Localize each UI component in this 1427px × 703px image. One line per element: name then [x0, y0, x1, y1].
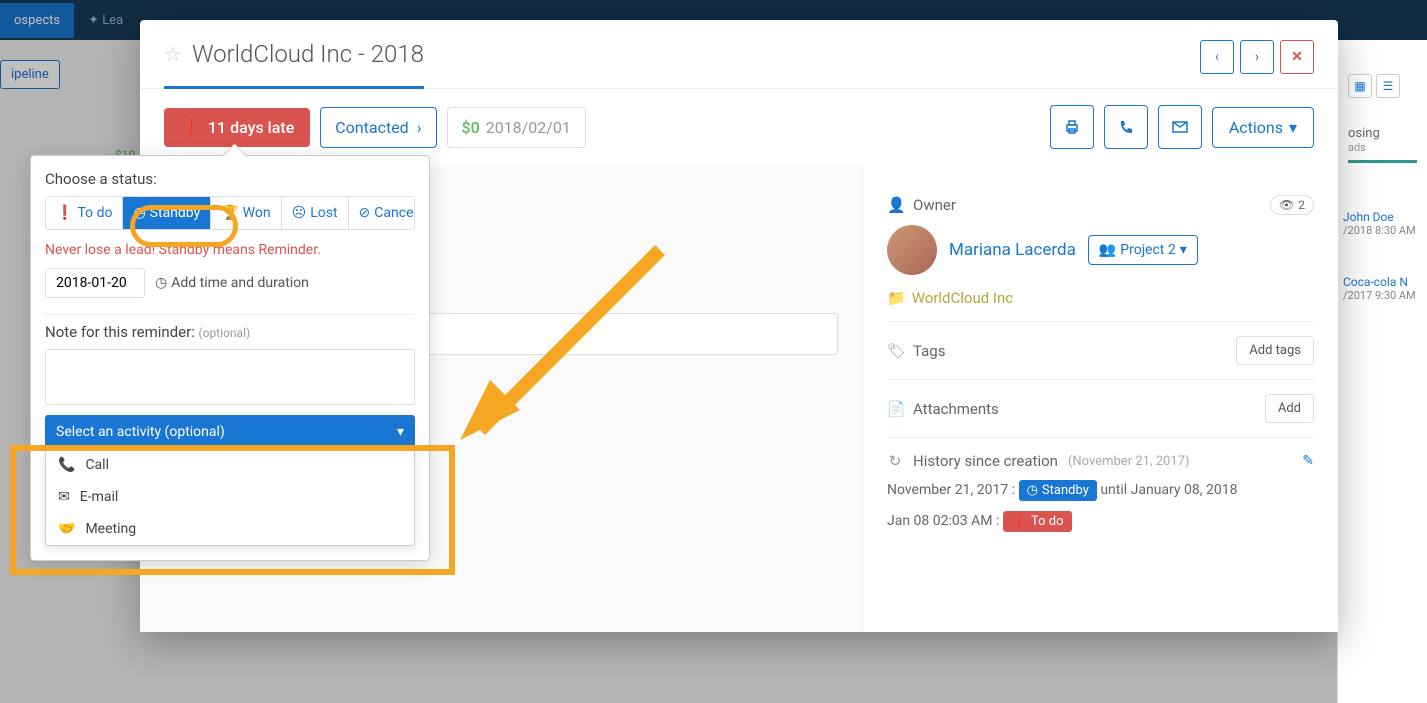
tags-label: 🏷 Tags [887, 342, 945, 360]
phone-icon: 📞 [58, 457, 75, 473]
divider [45, 314, 415, 315]
closing-sub: ads [1348, 141, 1417, 154]
standby-badge: ◷ Standby [1019, 480, 1097, 501]
print-button[interactable] [1050, 105, 1094, 149]
chevron-right-icon: › [417, 118, 422, 137]
history-label: ↻ History since creation (November 21, 2… [887, 452, 1189, 470]
action-row: ❗ 11 days late Contacted › $0 2018/02/01… [140, 89, 1338, 165]
todo-badge: ❗ To do [1003, 511, 1072, 532]
folder-icon: 📁 [887, 289, 906, 307]
activity-option-call[interactable]: 📞 Call [46, 449, 414, 481]
caret-down-icon: ▾ [1180, 242, 1187, 258]
file-icon: 📄 [887, 400, 903, 418]
status-popover: Choose a status: ❗To do ◷ Standby 🏆Won ☹… [30, 155, 430, 561]
prev-button[interactable]: ‹ [1200, 40, 1234, 74]
status-todo[interactable]: ❗To do [46, 197, 123, 229]
owner-label: 👤 Owner [887, 196, 956, 214]
handshake-icon: 🤝 [58, 521, 75, 537]
views-badge: 👁 2 [1270, 195, 1314, 215]
activity-option-email[interactable]: ✉ E-mail [46, 481, 414, 513]
users-icon: 👥 [1099, 242, 1116, 258]
close-button[interactable]: ✕ [1280, 40, 1314, 74]
bg-side-entry: Coca-cola N /2017 9:30 AM [1343, 275, 1423, 302]
history-icon: ↻ [887, 452, 903, 470]
attachments-label: 📄 Attachments [887, 400, 999, 418]
actions-dropdown[interactable]: Actions ▾ [1212, 107, 1314, 148]
status-lost[interactable]: ☹Lost [282, 197, 349, 229]
star-icon[interactable]: ☆ [164, 42, 182, 66]
contacted-button[interactable]: Contacted › [320, 107, 436, 148]
add-attachment-button[interactable]: Add [1265, 394, 1314, 423]
choose-status-label: Choose a status: [45, 170, 415, 188]
owner-name[interactable]: Mariana Lacerda [949, 240, 1076, 260]
phone-button[interactable] [1104, 105, 1148, 149]
activity-dropdown: 📞 Call ✉ E-mail 🤝 Meeting [45, 449, 415, 546]
activity-option-meeting[interactable]: 🤝 Meeting [46, 513, 414, 545]
add-tags-button[interactable]: Add tags [1236, 336, 1314, 365]
status-cancelled[interactable]: ⊘Cancelled [349, 197, 415, 229]
status-button-group: ❗To do ◷ Standby 🏆Won ☹Lost ⊘Cancelled [45, 196, 415, 230]
bg-right-strip: ▦ ☰ osing ads [1337, 40, 1427, 703]
late-status-button[interactable]: ❗ 11 days late [164, 108, 310, 147]
right-panel: 👤 Owner 👁 2 Mariana Lacerda 👥 Project 2 … [862, 165, 1338, 632]
caret-down-icon: ▾ [1289, 118, 1297, 137]
add-time-link[interactable]: ◷ Add time and duration [155, 275, 309, 291]
reminder-date-input[interactable] [45, 268, 145, 298]
project-dropdown[interactable]: 👥 Project 2 ▾ [1088, 235, 1198, 265]
status-standby[interactable]: ◷ Standby [123, 197, 211, 229]
list-view-icon: ☰ [1376, 74, 1400, 98]
caret-down-icon: ▾ [397, 424, 404, 440]
tag-icon: 🏷 [887, 342, 903, 360]
lead-title: WorldCloud Inc - 2018 [192, 40, 424, 68]
owner-avatar [887, 225, 937, 275]
folder-link[interactable]: 📁 WorldCloud Inc [887, 289, 1314, 307]
reminder-note-input[interactable] [45, 349, 415, 405]
history-entry: Jan 08 02:03 AM : ❗ To do [887, 511, 1314, 532]
activity-select[interactable]: Select an activity (optional) ▾ [45, 415, 415, 449]
note-label: Note for this reminder: (optional) [45, 323, 415, 341]
warning-icon: ❗ [180, 118, 200, 137]
status-won[interactable]: 🏆Won [211, 197, 281, 229]
eye-icon: 👁 [1279, 198, 1294, 212]
user-icon: 👤 [887, 196, 903, 214]
modal-header: ☆ WorldCloud Inc - 2018 ‹ › ✕ [140, 20, 1338, 89]
history-entry: November 21, 2017 : ◷ Standby until Janu… [887, 480, 1314, 501]
email-button[interactable] [1158, 105, 1202, 149]
closing-label: osing [1348, 126, 1417, 141]
edit-history-icon[interactable]: ✎ [1302, 453, 1314, 469]
envelope-icon: ✉ [58, 489, 70, 505]
standby-warning: Never lose a lead! Standby means Reminde… [45, 242, 415, 258]
bg-side-entry: John Doe /2018 8:30 AM [1343, 210, 1423, 237]
next-button[interactable]: › [1240, 40, 1274, 74]
grid-view-icon: ▦ [1348, 74, 1372, 98]
amount-date[interactable]: $0 2018/02/01 [447, 107, 586, 148]
